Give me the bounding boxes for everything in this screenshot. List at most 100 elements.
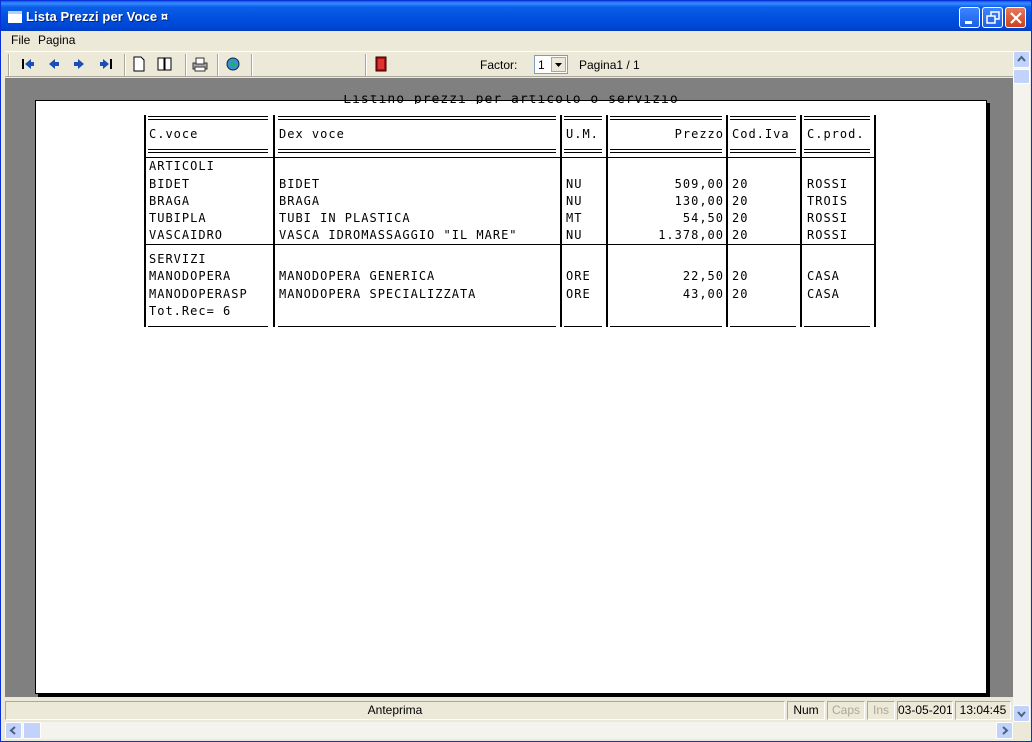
header-rule — [148, 119, 268, 120]
cell-producer: ROSSI — [807, 228, 849, 242]
scroll-thumb[interactable] — [1013, 69, 1030, 84]
header-rule — [610, 116, 722, 117]
two-pages-icon[interactable] — [157, 56, 173, 72]
cell-description: MANODOPERA SPECIALIZZATA — [279, 287, 477, 301]
first-page-icon[interactable] — [20, 56, 36, 72]
header-rule — [730, 119, 796, 120]
minimize-button[interactable] — [959, 7, 980, 28]
status-mode: Anteprima — [5, 701, 785, 720]
header-bottom-rule — [144, 157, 876, 158]
preview-canvas[interactable]: Listino prezzi per articolo o servizio C… — [5, 78, 1013, 697]
cell-unit: NU — [566, 228, 583, 242]
header-rule — [564, 119, 602, 120]
column-header-prezzo: Prezzo — [674, 127, 724, 141]
cell-description: VASCA IDROMASSAGGIO "IL MARE" — [279, 228, 518, 242]
column-rule — [726, 115, 728, 327]
header-rule — [564, 152, 602, 153]
cell-price: 1.378,00 — [658, 228, 724, 242]
header-rule — [278, 152, 556, 153]
menu-pagina[interactable]: Pagina — [38, 33, 75, 47]
header-rule — [610, 149, 722, 150]
chevron-down-icon — [555, 63, 562, 67]
title-bar[interactable]: Lista Prezzi per Voce ¤ — [1, 1, 1031, 31]
cell-unit: ORE — [566, 269, 591, 283]
cell-producer: ROSSI — [807, 177, 849, 191]
header-rule — [730, 152, 796, 153]
status-bar: Anteprima Num Caps Ins 03-05-2016 13:04:… — [5, 699, 1013, 721]
header-rule — [804, 116, 870, 117]
toolbar-separator — [185, 54, 187, 76]
export-icon[interactable] — [225, 56, 241, 72]
status-num: Num — [787, 701, 825, 720]
column-rule — [874, 115, 876, 327]
scroll-right-button[interactable] — [996, 722, 1013, 739]
cell-unit: ORE — [566, 287, 591, 301]
cell-description: BRAGA — [279, 194, 321, 208]
dropdown-button[interactable] — [551, 57, 566, 72]
cell-producer: ROSSI — [807, 211, 849, 225]
toolbar-separator — [124, 54, 126, 76]
app-icon[interactable] — [8, 11, 22, 23]
toolbar-separator — [217, 54, 219, 76]
vertical-scrollbar[interactable] — [1013, 51, 1030, 722]
cell-code: MANODOPERASP — [149, 287, 248, 301]
cell-vat-code: 20 — [732, 177, 749, 191]
cell-price: 43,00 — [682, 287, 724, 301]
restore-button[interactable] — [982, 7, 1003, 28]
column-rule — [560, 115, 562, 327]
cell-producer: CASA — [807, 287, 840, 301]
cell-description: MANODOPERA GENERICA — [279, 269, 436, 283]
header-rule — [730, 116, 796, 117]
report-title: Listino prezzi per articolo o servizio — [343, 95, 679, 104]
horizontal-scrollbar[interactable] — [5, 722, 1013, 739]
cell-code: BIDET — [149, 177, 191, 191]
group-separator-rule — [144, 244, 876, 245]
cell-code: TUBIPLA — [149, 211, 207, 225]
chevron-up-icon — [1017, 55, 1026, 62]
print-icon[interactable] — [192, 56, 208, 72]
cell-vat-code: 20 — [732, 211, 749, 225]
restore-icon — [986, 11, 1000, 24]
window-title: Lista Prezzi per Voce ¤ — [26, 9, 169, 24]
group-heading: ARTICOLI — [149, 159, 215, 173]
column-header-dex-voce: Dex voce — [279, 127, 345, 141]
status-date: 03-05-2016 — [897, 701, 953, 720]
column-rule — [606, 115, 608, 327]
cell-unit: NU — [566, 177, 583, 191]
header-rule — [564, 149, 602, 150]
footer-rule — [564, 326, 602, 327]
cell-price: 54,50 — [682, 211, 724, 225]
header-rule — [148, 152, 268, 153]
exit-door-icon[interactable] — [373, 56, 389, 72]
header-rule — [610, 152, 722, 153]
cell-unit: NU — [566, 194, 583, 208]
single-page-icon[interactable] — [131, 56, 147, 72]
column-header-um: U.M. — [566, 127, 599, 141]
header-rule — [804, 149, 870, 150]
factor-value: 1 — [538, 58, 545, 72]
cell-price: 509,00 — [674, 177, 724, 191]
toolbar-grip — [8, 54, 10, 76]
footer-rule — [610, 326, 722, 327]
page-info: Pagina1 / 1 — [579, 58, 640, 72]
header-rule — [148, 116, 268, 117]
last-page-icon[interactable] — [98, 56, 114, 72]
minimize-icon — [965, 21, 972, 24]
cell-vat-code: 20 — [732, 228, 749, 242]
scroll-up-button[interactable] — [1013, 51, 1030, 68]
cell-code: VASCAIDRO — [149, 228, 224, 242]
close-button[interactable] — [1005, 7, 1026, 28]
next-page-icon[interactable] — [71, 56, 87, 72]
column-rule — [800, 115, 802, 327]
previous-page-icon[interactable] — [46, 56, 62, 72]
header-rule — [730, 149, 796, 150]
scroll-thumb[interactable] — [23, 722, 41, 739]
scroll-left-button[interactable] — [5, 722, 22, 739]
scroll-down-button[interactable] — [1013, 705, 1030, 722]
header-rule — [804, 119, 870, 120]
footer-rule — [148, 326, 268, 327]
factor-select[interactable]: 1 — [534, 55, 568, 74]
menu-file[interactable]: File — [11, 33, 30, 47]
cell-vat-code: 20 — [732, 287, 749, 301]
application-window: Lista Prezzi per Voce ¤ File Pagina Fact… — [0, 0, 1032, 742]
